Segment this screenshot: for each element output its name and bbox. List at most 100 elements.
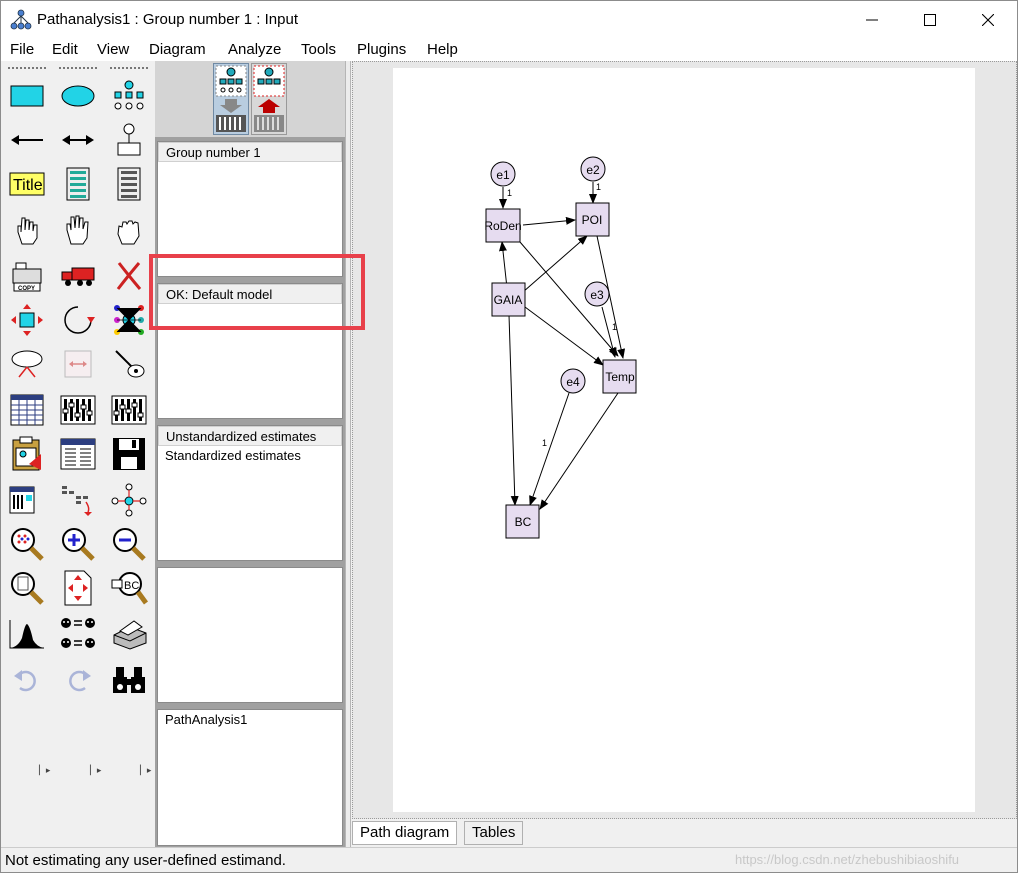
panel-splitter[interactable] xyxy=(345,61,351,847)
zoom-in-icon[interactable] xyxy=(58,525,98,563)
unstandardized-estimates-item[interactable]: Unstandardized estimates xyxy=(158,426,342,446)
watermark-text: https://blog.csdn.net/zhebushibiaoshifu xyxy=(735,852,960,867)
path-diagram: e1 e2 e3 e4 1 1 1 1 RoDen POI GAIA Temp … xyxy=(484,156,637,539)
drawing-area[interactable]: e1 e2 e3 e4 1 1 1 1 RoDen POI GAIA Temp … xyxy=(352,61,1017,819)
toolbox-expand-icon[interactable]: ▏▸ xyxy=(39,765,50,776)
list-variables-in-dataset-icon[interactable] xyxy=(109,165,149,203)
erase-objects-icon[interactable] xyxy=(109,257,149,295)
toolbox-grip xyxy=(110,67,148,70)
reflect-indicators-icon[interactable] xyxy=(109,301,149,339)
drag-properties-icon[interactable] xyxy=(58,481,98,519)
tab-path-diagram[interactable]: Path diagram xyxy=(352,821,458,845)
path-gaia-poi[interactable] xyxy=(522,235,588,293)
file-item[interactable]: PathAnalysis1 xyxy=(158,710,342,730)
maximize-icon xyxy=(924,14,936,26)
close-button[interactable] xyxy=(959,1,1017,39)
toolbox: Title COPY BC ▏▸ ▏▸ ▏▸ xyxy=(1,61,155,847)
diagram-page: e1 e2 e3 e4 1 1 1 1 RoDen POI GAIA Temp … xyxy=(393,68,975,812)
deselect-all-objects-icon[interactable] xyxy=(109,211,149,249)
draw-observed-variable-icon[interactable] xyxy=(7,77,47,115)
computation-summary-panel xyxy=(157,567,343,703)
app-logo-icon xyxy=(10,9,32,30)
bayesian-estimation-icon[interactable] xyxy=(7,615,47,653)
draw-covariance-icon[interactable] xyxy=(58,121,98,159)
zoom-page-icon[interactable] xyxy=(7,569,47,607)
title-tool-label: Title xyxy=(13,177,43,194)
specification-search-icon[interactable] xyxy=(109,661,149,699)
touch-up-variable-icon[interactable] xyxy=(109,345,149,383)
resize-diagram-to-fit-icon[interactable] xyxy=(58,569,98,607)
view-output-path-diagram-button[interactable] xyxy=(251,63,287,135)
group-item[interactable]: Group number 1 xyxy=(158,142,342,162)
menu-bar: File Edit View Diagram Analyze Tools Plu… xyxy=(1,39,1017,61)
loupe-icon[interactable]: BC xyxy=(109,569,149,607)
change-shape-icon[interactable] xyxy=(7,301,47,339)
draw-unobserved-variable-icon[interactable] xyxy=(58,77,98,115)
view-text-icon[interactable] xyxy=(58,435,98,473)
zoom-out-icon[interactable] xyxy=(109,525,149,563)
draw-path-icon[interactable] xyxy=(7,121,47,159)
path-gaia-bc[interactable] xyxy=(508,314,519,506)
toolbox-expand-icon[interactable]: ▏▸ xyxy=(140,765,151,776)
view-input-path-diagram-button[interactable] xyxy=(213,63,249,135)
select-one-object-icon[interactable] xyxy=(7,211,47,249)
zoom-in-area-icon[interactable] xyxy=(7,525,47,563)
move-parameters-icon[interactable] xyxy=(7,345,47,383)
status-bar: Not estimating any user-defined estimand… xyxy=(1,847,1017,872)
error-e2-label: e2 xyxy=(586,163,600,177)
toolbox-expand-icon[interactable]: ▏▸ xyxy=(90,765,101,776)
select-all-objects-icon[interactable] xyxy=(58,211,98,249)
path-gaia-roden[interactable] xyxy=(498,241,508,289)
duplicate-objects-icon[interactable]: COPY xyxy=(7,257,47,295)
annotation-highlight-box xyxy=(149,254,365,330)
weight-label: 1 xyxy=(596,182,601,192)
undo-icon[interactable] xyxy=(7,661,47,699)
analysis-properties-icon[interactable] xyxy=(58,391,98,429)
svg-text:BC: BC xyxy=(124,580,139,592)
scroll-diagram-icon[interactable] xyxy=(58,345,98,383)
menu-edit[interactable]: Edit xyxy=(52,41,78,58)
print-diagram-icon[interactable] xyxy=(109,615,149,653)
window-title: Pathanalysis1 : Group number 1 : Input xyxy=(37,11,298,28)
move-objects-icon[interactable] xyxy=(58,257,98,295)
copy-to-clipboard-icon[interactable] xyxy=(7,435,47,473)
preserve-symmetries-icon[interactable] xyxy=(109,481,149,519)
object-properties-icon[interactable] xyxy=(7,481,47,519)
path-temp-bc[interactable] xyxy=(539,392,619,510)
menu-view[interactable]: View xyxy=(97,41,129,58)
minimize-icon xyxy=(866,19,878,21)
weight-label: 1 xyxy=(507,188,512,198)
path-e3-temp[interactable] xyxy=(601,306,617,358)
tab-tables[interactable]: Tables xyxy=(464,821,524,845)
menu-help[interactable]: Help xyxy=(427,41,458,58)
menu-file[interactable]: File xyxy=(10,41,34,58)
weight-label: 1 xyxy=(612,322,617,332)
menu-plugins[interactable]: Plugins xyxy=(357,41,406,58)
path-e4-bc[interactable] xyxy=(529,392,570,506)
rotate-indicators-icon[interactable] xyxy=(58,301,98,339)
menu-tools[interactable]: Tools xyxy=(301,41,336,58)
redo-icon[interactable] xyxy=(58,661,98,699)
select-data-files-icon[interactable] xyxy=(7,391,47,429)
list-variables-in-model-icon[interactable] xyxy=(58,165,98,203)
model-info-panel: Group number 1 OK: Default model Unstand… xyxy=(155,61,345,847)
variable-temp-label: Temp xyxy=(605,370,635,384)
save-diagram-icon[interactable] xyxy=(109,435,149,473)
multiple-group-analysis-icon[interactable] xyxy=(58,615,98,653)
menu-diagram[interactable]: Diagram xyxy=(149,41,206,58)
draw-latent-indicator-icon[interactable] xyxy=(109,77,149,115)
figure-caption-icon[interactable]: Title xyxy=(7,165,47,203)
maximize-button[interactable] xyxy=(901,1,959,39)
minimize-button[interactable] xyxy=(843,1,901,39)
standardized-estimates-item[interactable]: Standardized estimates xyxy=(158,446,342,466)
view-tabs: Path diagram Tables xyxy=(352,819,1017,847)
files-panel: PathAnalysis1 xyxy=(157,709,343,846)
error-e4-label: e4 xyxy=(566,375,580,389)
variable-bc-label: BC xyxy=(515,515,532,529)
add-unique-variable-icon[interactable] xyxy=(109,121,149,159)
calculate-estimates-icon[interactable] xyxy=(109,391,149,429)
variable-poi-label: POI xyxy=(582,213,603,227)
path-gaia-temp[interactable] xyxy=(524,306,604,366)
menu-analyze[interactable]: Analyze xyxy=(228,41,281,58)
path-roden-poi[interactable] xyxy=(522,216,576,226)
